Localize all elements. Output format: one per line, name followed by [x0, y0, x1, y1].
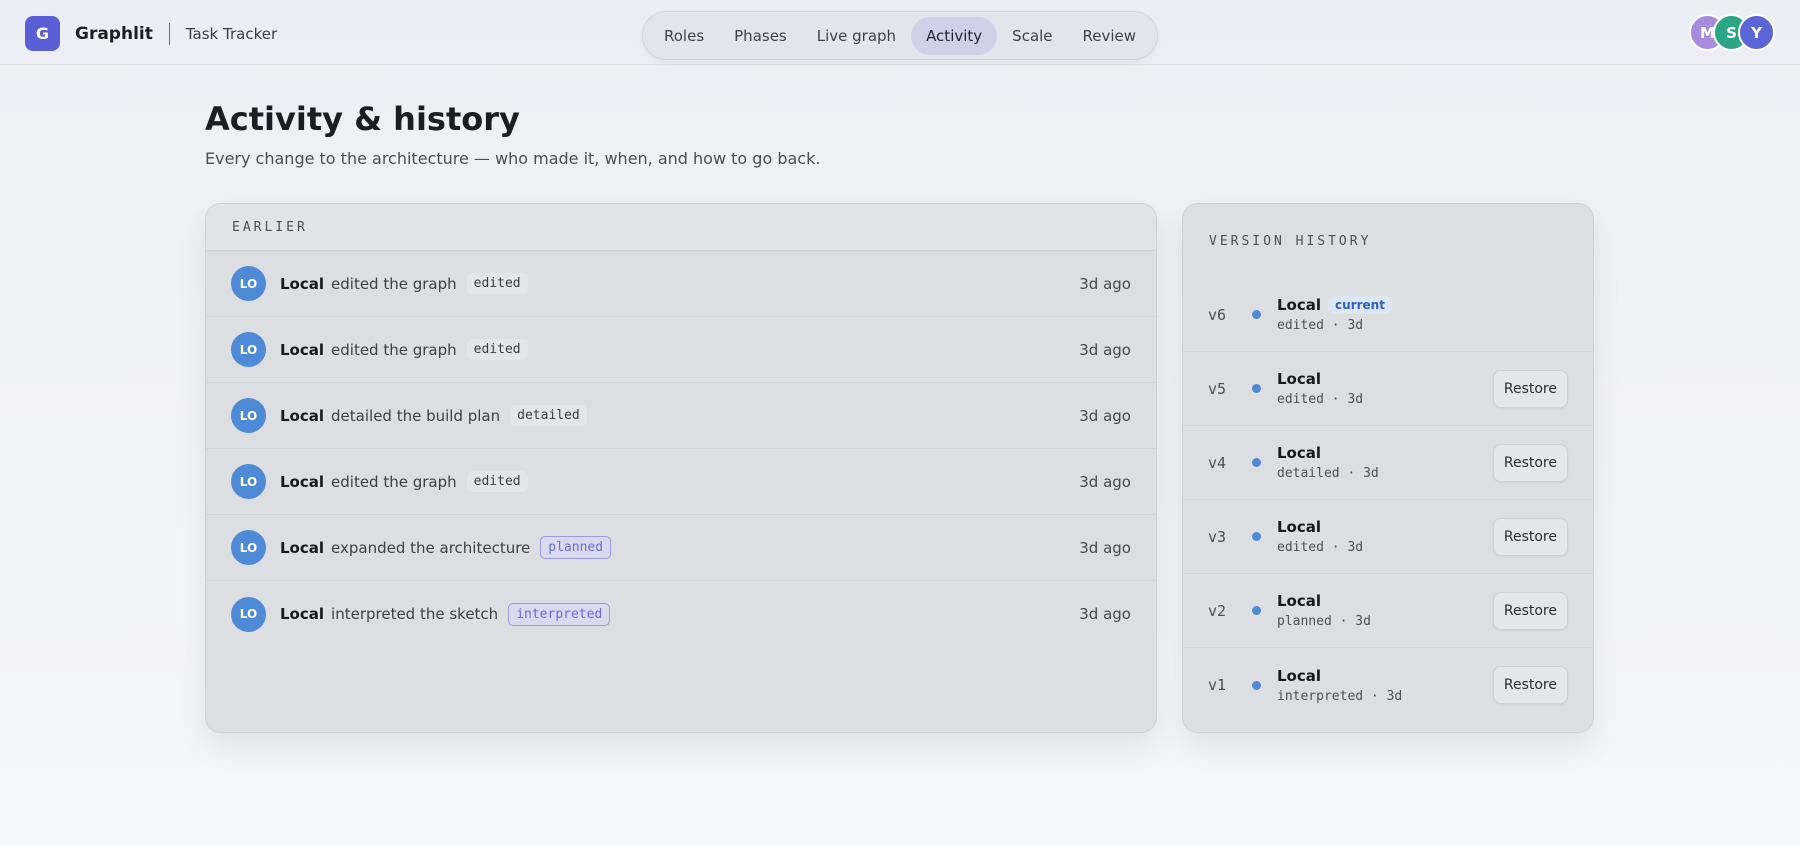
restore-button-v2[interactable]: Restore — [1492, 591, 1568, 630]
restore-button-v5[interactable]: Restore — [1492, 369, 1568, 408]
activity-row[interactable]: LO Local interpreted the sketch interpre… — [206, 581, 1156, 647]
version-user: Local — [1277, 444, 1322, 462]
version-row: v5 Local edited · 3d Restore — [1183, 352, 1593, 426]
avatar: LO — [231, 464, 266, 499]
activity-user: Local — [280, 406, 325, 425]
activity-tag: edited — [466, 273, 528, 294]
activity-action: interpreted the sketch — [331, 605, 499, 623]
activity-tag: edited — [466, 339, 528, 360]
version-meta: planned · 3d — [1277, 614, 1371, 629]
app-name: Graphlit — [75, 23, 153, 44]
version-meta: edited · 3d — [1277, 392, 1364, 407]
tab-scale[interactable]: Scale — [997, 17, 1067, 55]
version-info: Local detailed · 3d — [1277, 444, 1379, 481]
avatar: LO — [231, 398, 266, 433]
avatar: LO — [231, 530, 266, 565]
top-bar: G Graphlit Task Tracker Roles Phases Liv… — [0, 0, 1800, 65]
avatar: LO — [231, 332, 266, 367]
version-row: v4 Local detailed · 3d Restore — [1183, 426, 1593, 500]
version-user: Local — [1277, 666, 1322, 685]
activity-time: 3d ago — [1079, 274, 1131, 293]
version-row: v3 Local edited · 3d Restore — [1183, 500, 1593, 574]
version-meta: edited · 3d — [1277, 318, 1364, 333]
activity-time: 3d ago — [1079, 406, 1131, 425]
tab-activity[interactable]: Activity — [911, 16, 998, 55]
avatar: LO — [231, 266, 266, 301]
current-badge: current — [1328, 296, 1392, 314]
version-info: Local edited · 3d — [1277, 370, 1363, 407]
restore-button-v4[interactable]: Restore — [1492, 443, 1568, 482]
activity-user: Local — [280, 274, 325, 293]
version-dot — [1252, 606, 1261, 615]
version-dot — [1252, 310, 1261, 319]
version-row: v1 Local interpreted · 3d Restore — [1183, 648, 1593, 722]
activity-time: 3d ago — [1079, 605, 1131, 623]
brand-divider — [168, 22, 170, 45]
activity-time: 3d ago — [1079, 340, 1131, 359]
activity-user: Local — [280, 538, 325, 557]
version-info: Local edited · 3d — [1277, 518, 1363, 555]
restore-button-v1[interactable]: Restore — [1492, 666, 1568, 704]
restore-button-v3[interactable]: Restore — [1492, 517, 1568, 556]
activity-tag: edited — [466, 471, 528, 492]
activity-row[interactable]: LO Local detailed the build plan detaile… — [206, 383, 1156, 449]
activity-tag: detailed — [510, 405, 587, 426]
version-user: Local — [1277, 592, 1322, 610]
page-subtitle: Every change to the architecture — who m… — [205, 149, 821, 168]
version-history: VERSION HISTORY v6 Local current edited … — [1182, 203, 1594, 733]
version-user: Local — [1277, 370, 1322, 388]
version-number: v3 — [1208, 527, 1227, 546]
version-number: v4 — [1208, 453, 1227, 472]
activity-action: expanded the architecture — [331, 538, 531, 557]
tab-phases[interactable]: Phases — [719, 17, 802, 55]
version-info: Local planned · 3d — [1277, 592, 1371, 629]
activity-time: 3d ago — [1079, 472, 1131, 491]
version-number: v1 — [1208, 676, 1227, 694]
activity-tag: interpreted — [508, 602, 611, 626]
main-nav: Roles Phases Live graph Activity Scale R… — [642, 11, 1158, 60]
activity-user: Local — [280, 605, 325, 623]
version-dot — [1252, 532, 1261, 541]
version-meta: detailed · 3d — [1277, 466, 1379, 481]
version-info: Local interpreted · 3d — [1277, 667, 1402, 704]
version-user: Local — [1277, 296, 1322, 314]
version-meta: interpreted · 3d — [1277, 688, 1403, 704]
tab-live-graph[interactable]: Live graph — [802, 17, 911, 55]
tab-roles[interactable]: Roles — [649, 17, 719, 55]
version-number: v6 — [1208, 305, 1227, 324]
version-dot — [1252, 458, 1261, 467]
version-row: v6 Local current edited · 3d — [1183, 278, 1593, 352]
brand[interactable]: G Graphlit Task Tracker — [25, 16, 277, 51]
activity-row[interactable]: LO Local edited the graph edited 3d ago — [206, 449, 1156, 515]
activity-user: Local — [280, 340, 325, 359]
activity-action: edited the graph — [331, 472, 457, 491]
page-title: Activity & history — [205, 100, 520, 138]
activity-action: edited the graph — [331, 274, 457, 293]
activity-action: detailed the build plan — [331, 406, 501, 425]
version-dot — [1252, 384, 1261, 393]
avatar: LO — [231, 596, 266, 632]
activity-row[interactable]: LO Local edited the graph edited 3d ago — [206, 251, 1156, 317]
version-dot — [1252, 680, 1261, 690]
activity-section-label: EARLIER — [206, 204, 1156, 251]
version-row: v2 Local planned · 3d Restore — [1183, 574, 1593, 648]
app-logo[interactable]: G — [25, 16, 60, 51]
version-user: Local — [1277, 518, 1322, 536]
version-number: v5 — [1208, 379, 1227, 398]
version-number: v2 — [1208, 601, 1227, 620]
version-meta: edited · 3d — [1277, 540, 1364, 555]
activity-tag: planned — [540, 536, 612, 559]
version-section-label: VERSION HISTORY — [1209, 233, 1372, 249]
activity-time: 3d ago — [1079, 538, 1131, 557]
project-name: Task Tracker — [185, 24, 278, 43]
collaborator-avatars: M S Y — [1689, 14, 1775, 51]
activity-action: edited the graph — [331, 340, 457, 359]
activity-feed: EARLIER LO Local edited the graph edited… — [205, 203, 1157, 733]
tab-review[interactable]: Review — [1068, 17, 1152, 55]
version-info: Local current edited · 3d — [1277, 296, 1392, 333]
activity-row[interactable]: LO Local expanded the architecture plann… — [206, 515, 1156, 581]
avatar-y[interactable]: Y — [1738, 14, 1775, 51]
activity-user: Local — [280, 472, 325, 491]
activity-row[interactable]: LO Local edited the graph edited 3d ago — [206, 317, 1156, 383]
